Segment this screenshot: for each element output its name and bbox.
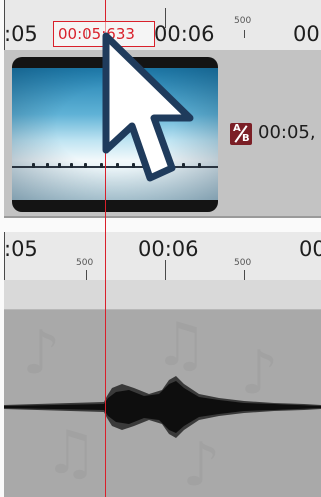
timeline-editor: :05 00:06 00 500 A B 00:05,:05 00:06 00… [0, 0, 321, 497]
transition-label-b: B [242, 133, 250, 144]
ruler-time-label: :05 [4, 237, 38, 261]
ruler-minor-label: 500 [234, 258, 252, 268]
thumbnail-bird [32, 163, 35, 168]
ruler-time-label: 00 [293, 22, 320, 46]
audio-track[interactable]: ♪ ♫ ♪ ♫ ♪ [4, 310, 321, 497]
ruler-time-label: 00 [299, 237, 321, 261]
ruler-tick [165, 260, 166, 280]
transition-time: 00:05, [258, 122, 316, 143]
audio-waveform [4, 376, 321, 438]
ruler-minor-label: 500 [76, 258, 94, 268]
ab-transition-icon[interactable]: A B [230, 123, 252, 145]
track-divider [4, 280, 321, 310]
ruler-tick [244, 270, 245, 280]
ruler-minor-label: 500 [234, 16, 252, 26]
ruler-time-label: 00:06 [138, 237, 199, 261]
time-ruler-audio[interactable]: :05 00:06 00 500 500 [4, 232, 321, 280]
thumbnail-bird [58, 163, 61, 168]
ruler-tick [86, 270, 87, 280]
ruler-time-label: :05 [4, 22, 38, 46]
arrow-cursor-icon [102, 32, 194, 182]
thumbnail-bird [70, 163, 73, 168]
thumbnail-bird [84, 163, 87, 168]
thumbnail-bird [46, 163, 49, 168]
ruler-tick [244, 30, 245, 38]
thumbnail-bird [198, 163, 201, 168]
